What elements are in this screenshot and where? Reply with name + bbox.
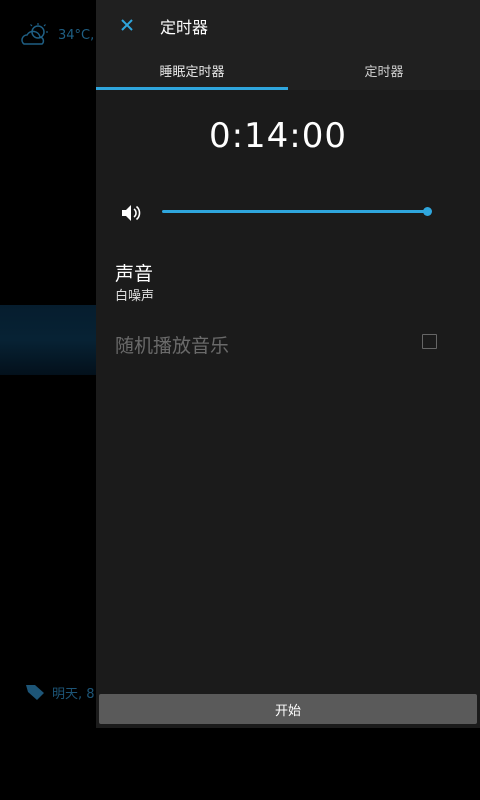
close-button[interactable] (114, 12, 140, 38)
tab-indicator (96, 87, 288, 90)
sound-setting-value: 白噪声 (115, 289, 155, 304)
alarm-tag-icon (26, 685, 44, 700)
volume-slider-thumb[interactable] (423, 207, 432, 216)
tab-bar: 睡眠定时器 定时器 (96, 50, 480, 90)
background-next-alarm: 明天, 8: (24, 682, 99, 702)
volume-icon[interactable] (120, 202, 144, 224)
background-weather-text: 34°C, (58, 27, 95, 43)
timer-panel: 定时器 睡眠定时器 定时器 0:14:00 声音 白噪声 随机播放音乐 (96, 0, 480, 728)
volume-slider-track (162, 210, 430, 213)
volume-row (120, 200, 440, 226)
background-alarm-text: 明天, 8: (52, 686, 99, 702)
background-image-band (0, 305, 100, 375)
background-weather: 34°C, (18, 22, 94, 48)
cloud-sun-icon (21, 23, 48, 45)
start-button[interactable]: 开始 (99, 694, 477, 724)
tab-sleep-timer[interactable]: 睡眠定时器 (96, 50, 288, 90)
tab-timer[interactable]: 定时器 (288, 50, 480, 90)
random-music-label: 随机播放音乐 (115, 335, 230, 357)
panel-title: 定时器 (160, 18, 209, 37)
countdown-time[interactable]: 0:14:00 (96, 116, 460, 156)
volume-slider[interactable] (162, 207, 432, 216)
random-music-checkbox[interactable] (422, 334, 437, 349)
panel-header: 定时器 (96, 0, 480, 50)
sound-setting-title: 声音 (115, 263, 154, 285)
close-icon (121, 19, 133, 31)
